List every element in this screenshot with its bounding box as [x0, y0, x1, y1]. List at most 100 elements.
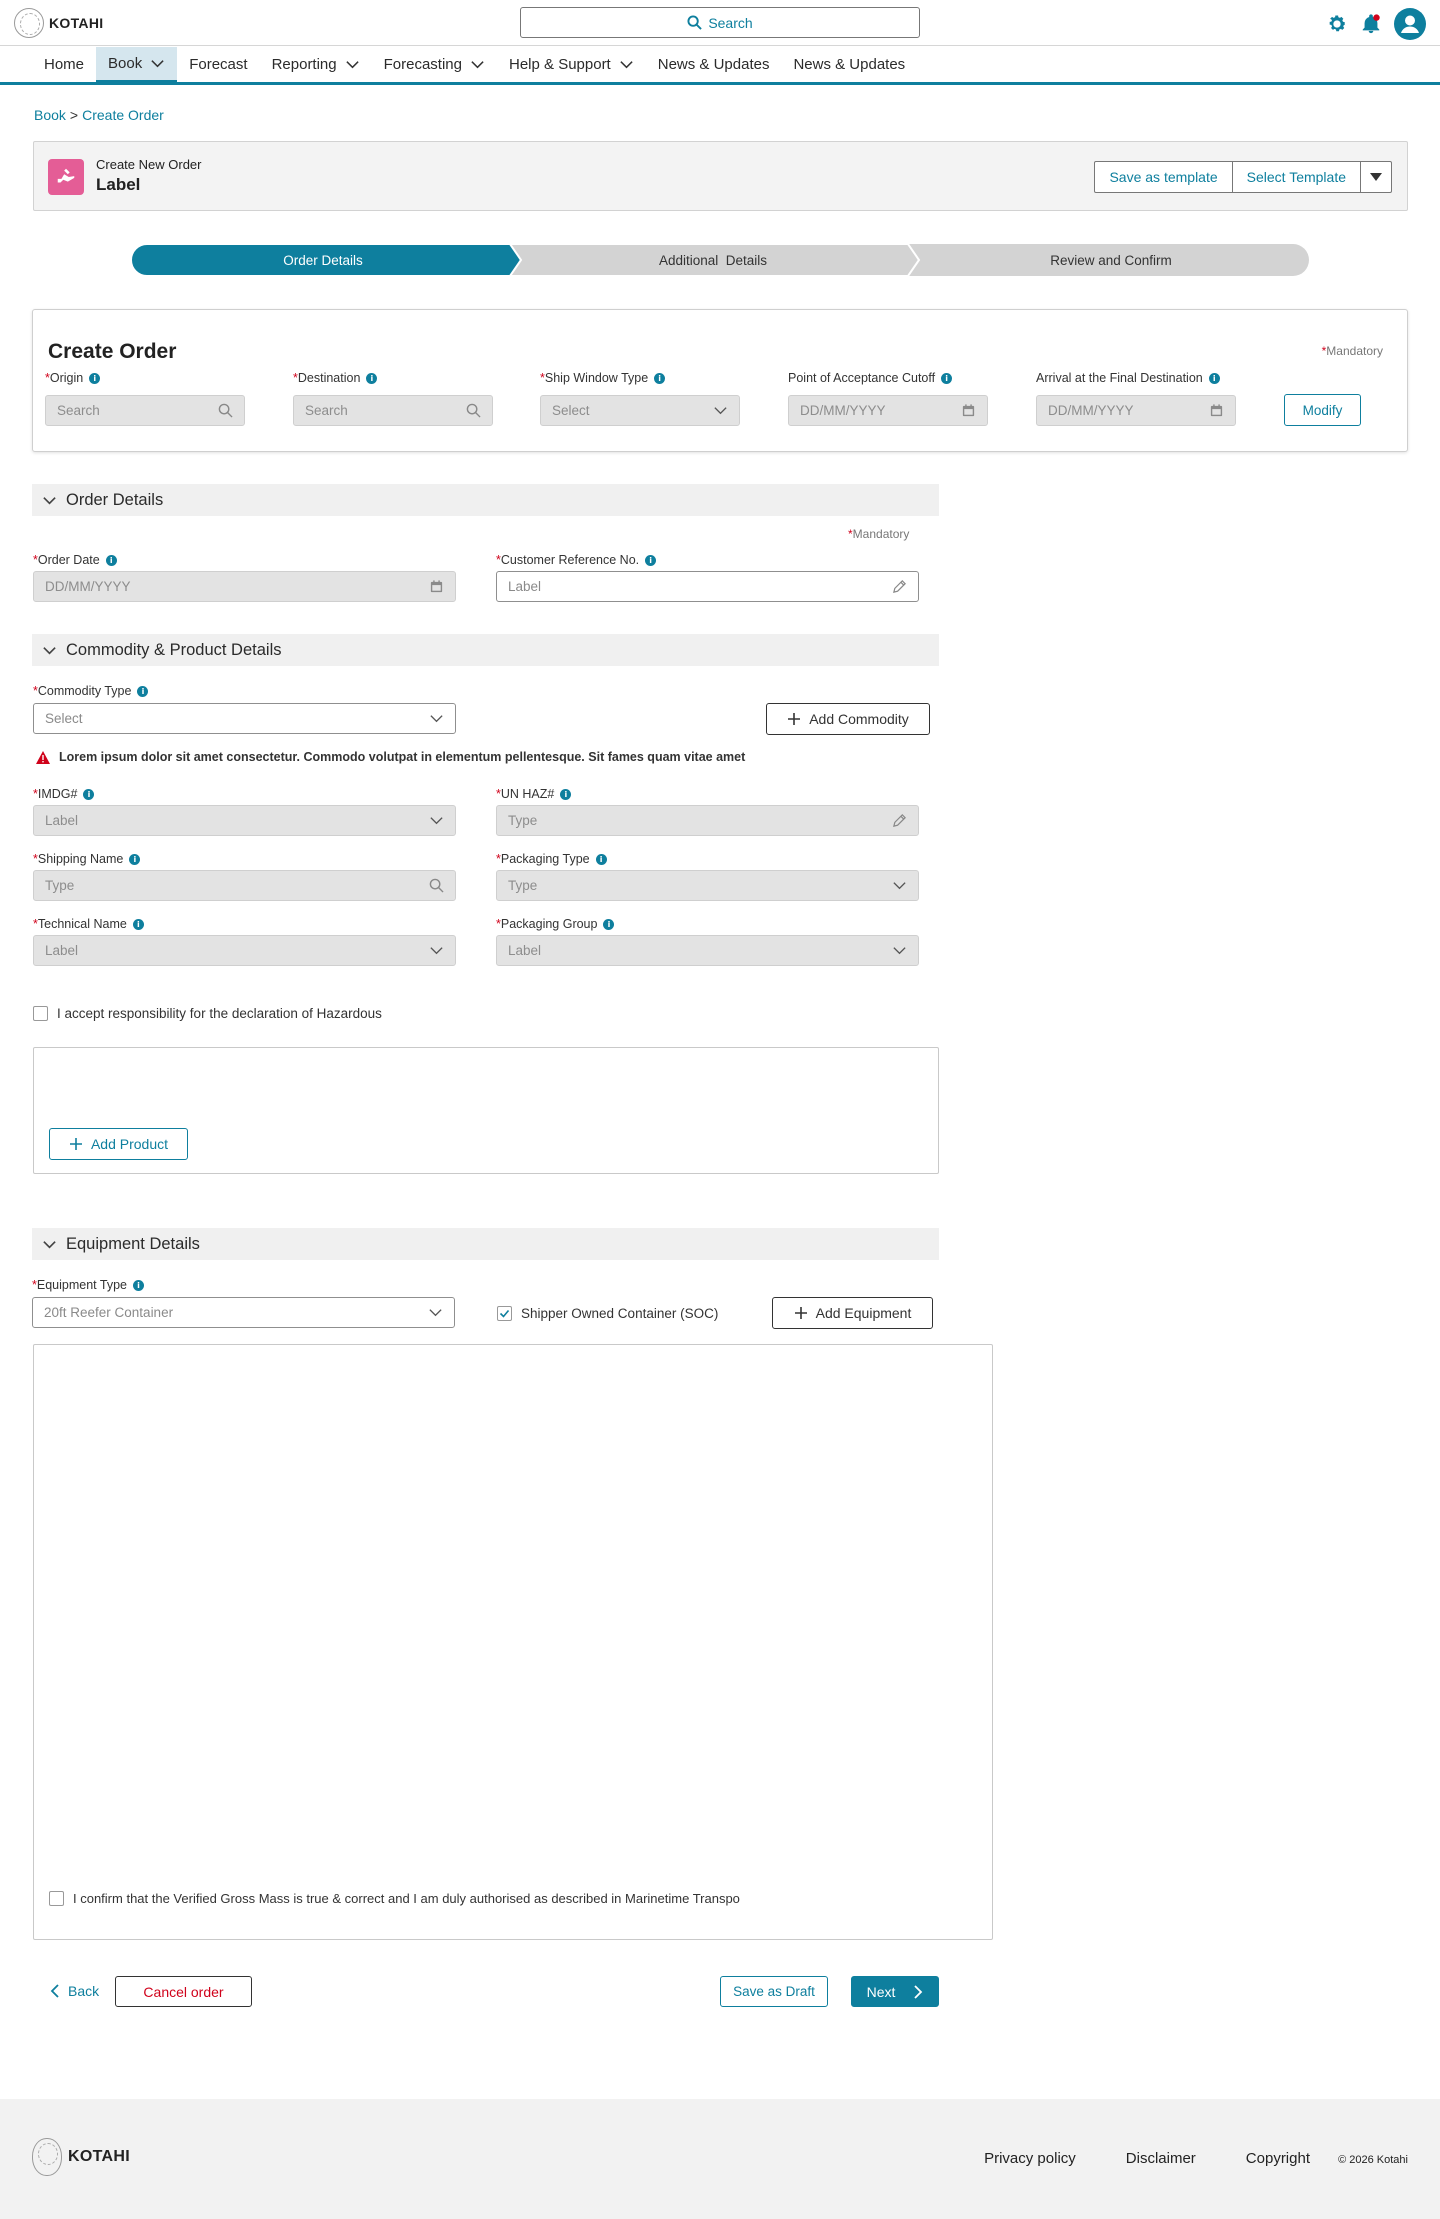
technical-name-select-placeholder: Label	[45, 943, 79, 958]
nav-item-7[interactable]: News & Updates	[781, 47, 917, 82]
gear-icon[interactable]	[1326, 13, 1348, 35]
breadcrumb-current[interactable]: Create Order	[82, 107, 164, 123]
info-icon[interactable]: i	[560, 788, 572, 800]
vgm-confirm-checkbox[interactable]: I confirm that the Verified Gross Mass i…	[49, 1891, 740, 1906]
privacy-policy-link[interactable]: Privacy policy	[984, 2150, 1076, 2167]
ship-window-select-placeholder: Select	[552, 403, 590, 418]
accept-hazardous-checkbox[interactable]: I accept responsibility for the declarat…	[33, 1006, 382, 1021]
nav-item-3[interactable]: Reporting	[260, 47, 372, 82]
next-label: Next	[866, 1983, 896, 2000]
commodity-section-header[interactable]: Commodity & Product Details	[32, 634, 939, 666]
modify-button[interactable]: Modify	[1284, 394, 1361, 426]
add-equipment-button[interactable]: Add Equipment	[772, 1297, 933, 1329]
info-icon[interactable]: i	[595, 853, 607, 865]
nav-item-4[interactable]: Forecasting	[372, 47, 497, 82]
soc-checkbox[interactable]: Shipper Owned Container (SOC)	[497, 1306, 718, 1321]
equipment-type-select-placeholder: 20ft Reefer Container	[44, 1305, 174, 1320]
add-commodity-button[interactable]: Add Commodity	[766, 703, 930, 735]
caret-down-icon	[1370, 173, 1382, 181]
info-icon[interactable]: i	[129, 853, 141, 865]
customer-ref-input-label: * Customer Reference No. i	[496, 553, 657, 567]
shipping-name-input[interactable]: Type	[33, 870, 456, 901]
save-as-draft-button[interactable]: Save as Draft	[720, 1976, 828, 2007]
user-avatar-icon[interactable]	[1394, 8, 1426, 40]
bell-icon[interactable]	[1360, 13, 1382, 35]
breadcrumb-book[interactable]: Book	[34, 107, 66, 123]
info-icon[interactable]: i	[137, 685, 149, 697]
info-icon[interactable]: i	[645, 554, 657, 566]
template-button-group: Save as template Select Template	[1094, 161, 1392, 193]
nav-item-label: Forecast	[189, 56, 248, 73]
soc-label: Shipper Owned Container (SOC)	[521, 1306, 719, 1321]
order-header-card: Create New Order Label Save as template …	[33, 141, 1408, 211]
template-dropdown-toggle[interactable]	[1361, 162, 1391, 192]
equipment-type-select[interactable]: 20ft Reefer Container	[32, 1297, 455, 1328]
chevron-down-icon	[714, 407, 727, 415]
un-haz-input[interactable]: Type	[496, 805, 919, 836]
copyright-text: © 2026 Kotahi	[1338, 2154, 1408, 2166]
imdg-select[interactable]: Label	[33, 805, 456, 836]
info-icon[interactable]: i	[89, 372, 101, 384]
breadcrumb-separator: >	[69, 107, 79, 123]
order-date-input[interactable]: DD/MM/YYYY	[33, 571, 456, 602]
nav-item-label: Help & Support	[509, 56, 611, 73]
calendar-icon	[430, 580, 443, 593]
technical-name-select-label: * Technical Name i	[33, 917, 144, 931]
checkbox-box-checked[interactable]	[497, 1306, 512, 1321]
order-details-mandatory-note: *Mandatory	[848, 527, 910, 541]
add-product-button[interactable]: Add Product	[49, 1128, 188, 1160]
back-link[interactable]: Back	[50, 1983, 99, 1999]
kotahi-logo[interactable]: KOTAHI	[14, 6, 103, 40]
chevron-down-icon	[430, 715, 443, 723]
origin-input[interactable]: Search	[45, 395, 245, 426]
poa-cutoff-date-label: Point of Acceptance Cutoff i	[788, 371, 953, 385]
commodity-type-select-label: * Commodity Type i	[33, 684, 149, 698]
global-search-input[interactable]: Search	[520, 7, 920, 38]
copyright-link[interactable]: Copyright	[1246, 2150, 1310, 2167]
info-icon[interactable]: i	[654, 372, 666, 384]
footer-logo[interactable]: KOTAHI	[32, 2138, 130, 2176]
ship-window-select[interactable]: Select	[540, 395, 740, 426]
cancel-order-button[interactable]: Cancel order	[115, 1976, 252, 2007]
info-icon[interactable]: i	[366, 372, 378, 384]
info-icon[interactable]: i	[1208, 372, 1220, 384]
nav-item-5[interactable]: Help & Support	[497, 47, 646, 82]
nav-item-6[interactable]: News & Updates	[646, 47, 782, 82]
info-icon[interactable]: i	[105, 554, 117, 566]
nav-item-label: News & Updates	[657, 56, 770, 73]
chevron-down-icon	[429, 1309, 442, 1317]
search-label: Search	[708, 14, 753, 31]
step-2-label: Additional Details	[659, 253, 767, 268]
poa-cutoff-date[interactable]: DD/MM/YYYY	[788, 395, 988, 426]
nav-item-label: Home	[44, 56, 85, 73]
destination-input[interactable]: Search	[293, 395, 493, 426]
technical-name-select[interactable]: Label	[33, 935, 456, 966]
disclaimer-link[interactable]: Disclaimer	[1126, 2150, 1196, 2167]
commodity-type-select[interactable]: Select	[33, 703, 456, 734]
info-icon[interactable]: i	[603, 918, 615, 930]
commodity-type-select-placeholder: Select	[45, 711, 83, 726]
info-icon[interactable]: i	[132, 918, 144, 930]
info-icon[interactable]: i	[132, 1279, 144, 1291]
info-icon[interactable]: i	[83, 788, 95, 800]
order-header-title: Label	[96, 175, 141, 194]
nav-item-2[interactable]: Forecast	[177, 47, 259, 82]
logo-text: KOTAHI	[49, 15, 104, 31]
select-template-button[interactable]: Select Template	[1233, 162, 1361, 192]
nav-item-1[interactable]: Book	[96, 47, 178, 82]
arrival-date[interactable]: DD/MM/YYYY	[1036, 395, 1236, 426]
pencil-icon	[893, 580, 906, 593]
order-details-section-header[interactable]: Order Details	[32, 484, 939, 516]
equipment-section-header[interactable]: Equipment Details	[32, 1228, 939, 1260]
checkbox-box[interactable]	[49, 1891, 64, 1906]
save-as-template-button[interactable]: Save as template	[1095, 162, 1233, 192]
packaging-type-select[interactable]: Type	[496, 870, 919, 901]
checkbox-box[interactable]	[33, 1006, 48, 1021]
next-button[interactable]: Next	[851, 1976, 939, 2007]
customer-ref-input[interactable]: Label	[496, 571, 919, 602]
imdg-select-label: * IMDG# i	[33, 787, 95, 801]
info-icon[interactable]: i	[941, 372, 953, 384]
arrival-date-label: Arrival at the Final Destination i	[1036, 371, 1220, 385]
nav-item-0[interactable]: Home	[32, 47, 96, 82]
packaging-group-select[interactable]: Label	[496, 935, 919, 966]
